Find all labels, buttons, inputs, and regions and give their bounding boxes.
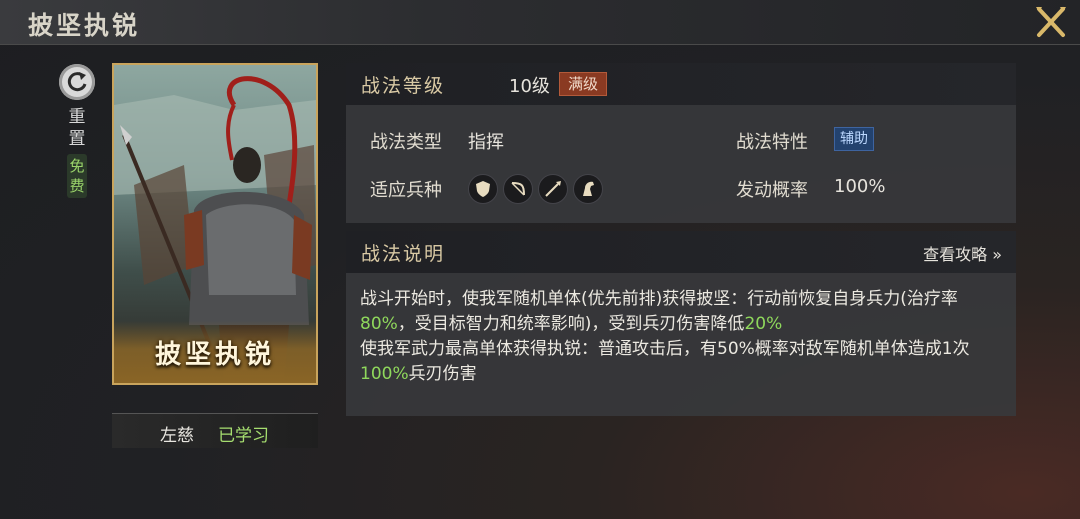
view-guide-link[interactable]: 查看攻略 » <box>923 241 1002 265</box>
horse-icon <box>583 181 594 196</box>
trait-label: 战法特性 <box>736 132 808 153</box>
description-text: 战斗开始时，使我军随机单体(优先前排)获得披坚：行动前恢复自身兵力(治疗率 80%… <box>360 287 1010 387</box>
troops-label: 适应兵种 <box>370 180 442 201</box>
type-value: 指挥 <box>468 132 504 153</box>
close-icon[interactable] <box>1032 4 1070 40</box>
bow-icon <box>511 182 525 196</box>
card-name: 披坚执锐 <box>154 340 275 370</box>
info-panel: 战法等级 10级 满级 战法类型 指挥 战法特性 辅助 适应兵种 发动概率 10… <box>346 63 1016 223</box>
free-label: 免费 <box>67 154 87 198</box>
reset-icon <box>67 72 87 92</box>
prob-value: 100% <box>834 176 886 197</box>
desc-highlight: 20% <box>744 314 783 334</box>
close-button[interactable] <box>1032 4 1070 40</box>
desc-part: ，受目标智力和统率影响)，受到兵刃伤害降低 <box>397 314 745 334</box>
reset-control[interactable]: 重置 免费 <box>56 64 98 198</box>
desc-part: 使我军武力最高单体获得执锐：普通攻击后，有50%概率对敌军随机单体造成1次 <box>360 339 970 359</box>
shield-icon <box>476 181 490 197</box>
description-header: 战法说明 查看攻略 » <box>346 231 1016 273</box>
description-panel: 战法说明 查看攻略 » 战斗开始时，使我军随机单体(优先前排)获得披坚：行动前恢… <box>346 231 1016 416</box>
learner-bar: 左慈 已学习 <box>112 413 318 448</box>
troop-shield <box>468 174 498 204</box>
reset-button[interactable] <box>59 64 95 100</box>
troop-bow <box>503 174 533 204</box>
max-level-badge: 满级 <box>559 72 608 96</box>
description-title: 战法说明 <box>361 243 446 265</box>
desc-highlight: 80% <box>360 314 398 334</box>
level-header: 战法等级 10级 满级 <box>346 63 1016 105</box>
trait-badge: 辅助 <box>834 127 874 151</box>
learner-name: 左慈 <box>160 426 194 446</box>
troop-spear <box>538 174 568 204</box>
desc-part: 兵刃伤害 <box>408 364 477 384</box>
page-title: 披坚执锐 <box>28 11 141 40</box>
troop-horse <box>573 174 603 204</box>
level-value: 10级 <box>509 76 550 97</box>
level-title: 战法等级 <box>361 75 446 97</box>
prob-label: 发动概率 <box>736 180 808 201</box>
type-label: 战法类型 <box>370 132 442 153</box>
title-bar: 披坚执锐 <box>0 0 1080 45</box>
reset-label: 重置 <box>68 107 86 149</box>
spear-icon <box>545 181 561 197</box>
tactic-card: 披坚执锐 <box>112 63 318 385</box>
desc-highlight: 100% <box>360 364 409 384</box>
desc-part: 战斗开始时，使我军随机单体(优先前排)获得披坚：行动前恢复自身兵力(治疗率 <box>360 289 958 309</box>
learned-status: 已学习 <box>218 426 269 446</box>
